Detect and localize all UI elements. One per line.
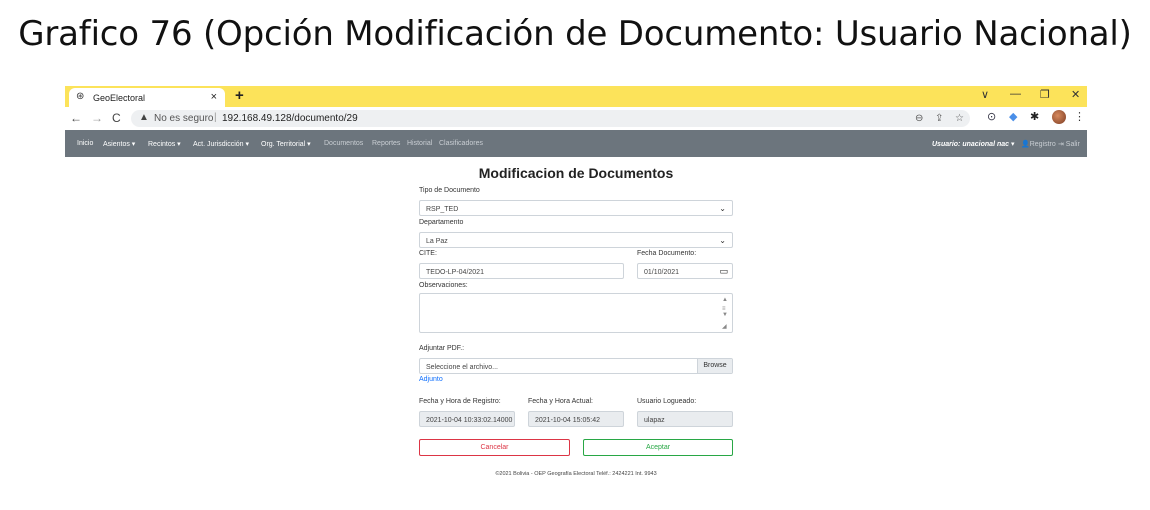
adjunto-link[interactable]: Adjunto xyxy=(419,376,443,383)
nav-item-inicio[interactable]: Inicio xyxy=(77,140,93,147)
insecure-label: No es seguro xyxy=(154,113,214,124)
fecha-actual-value: 2021-10-04 15:05:42 xyxy=(535,417,600,424)
reload-icon[interactable]: C xyxy=(112,111,121,125)
tipo-documento-value: RSP_TED xyxy=(426,206,459,213)
tab-bar: ⊛ GeoElectoral × + ∨ — ❐ ✕ xyxy=(65,86,1087,107)
cite-label: CITE: xyxy=(419,250,437,257)
address-bar[interactable]: ▲ No es seguro | 192.168.49.128/document… xyxy=(131,110,970,127)
fecha-actual-field: 2021-10-04 15:05:42 xyxy=(528,411,624,427)
usuario-value: ulapaz xyxy=(644,417,665,424)
warning-icon[interactable]: ▲ xyxy=(139,112,149,123)
separator: | xyxy=(214,112,217,123)
cite-value: TEDO-LP-04/2021 xyxy=(426,269,484,276)
close-tab-icon[interactable]: × xyxy=(211,91,217,103)
departamento-value: La Paz xyxy=(426,238,448,245)
nav-item-reportes[interactable]: Reportes xyxy=(372,140,400,147)
page-title: Modificacion de Documentos xyxy=(478,165,674,181)
departamento-select[interactable]: La Paz ⌄ xyxy=(419,232,733,248)
share-icon[interactable]: ⇪ xyxy=(935,113,943,124)
browser-window: ⊛ GeoElectoral × + ∨ — ❐ ✕ ← → C ▲ No es… xyxy=(65,86,1087,486)
close-window-icon[interactable]: ✕ xyxy=(1071,88,1080,101)
scroll-up-icon[interactable]: ▲ xyxy=(722,297,728,303)
new-tab-button[interactable]: + xyxy=(235,87,244,104)
nav-item-org-territorial[interactable]: Org. Territorial ▾ xyxy=(261,140,311,148)
profile-avatar[interactable] xyxy=(1052,110,1066,124)
extension-pen-icon[interactable]: ◆ xyxy=(1009,110,1017,123)
nav-item-historial[interactable]: Historial xyxy=(407,140,432,147)
observaciones-textarea[interactable]: ▲ ≡ ▼ ◢ xyxy=(419,293,733,333)
fecha-documento-label: Fecha Documento: xyxy=(637,250,697,257)
footer-text: ©2021 Bolivia - OEP Geografía Electoral … xyxy=(495,471,657,477)
usuario-field: ulapaz xyxy=(637,411,733,427)
nav-item-asientos[interactable]: Asientos ▾ xyxy=(103,140,135,148)
extension-icon[interactable]: ⊙ xyxy=(987,110,996,123)
bookmark-star-icon[interactable]: ☆ xyxy=(955,113,964,124)
scroll-down-icon[interactable]: ▼ xyxy=(722,312,728,318)
fecha-documento-value: 01/10/2021 xyxy=(644,269,680,276)
accept-button[interactable]: Aceptar xyxy=(583,439,733,456)
cite-input[interactable]: TEDO-LP-04/2021 xyxy=(419,263,624,279)
globe-icon: ⊛ xyxy=(76,91,85,102)
file-placeholder: Seleccione el archivo... xyxy=(426,364,498,371)
fecha-registro-value: 2021-10-04 10:33:02.14000 xyxy=(426,417,513,424)
forward-icon[interactable]: → xyxy=(91,111,103,125)
nav-salir[interactable]: ⇥ Salir xyxy=(1058,140,1080,148)
usuario-label: Usuario Logueado: xyxy=(637,398,697,405)
tipo-documento-label: Tipo de Documento xyxy=(419,187,480,194)
nav-item-documentos[interactable]: Documentos xyxy=(324,140,363,147)
fecha-documento-input[interactable]: 01/10/2021 ▭ xyxy=(637,263,733,279)
url-text: 192.168.49.128/documento/29 xyxy=(222,113,358,124)
puzzle-icon[interactable]: ✱ xyxy=(1030,110,1039,123)
address-row: ← → C ▲ No es seguro | 192.168.49.128/do… xyxy=(65,107,1087,130)
fecha-registro-field: 2021-10-04 10:33:02.14000 xyxy=(419,411,515,427)
adjuntar-label: Adjuntar PDF.: xyxy=(419,345,465,352)
fecha-registro-label: Fecha y Hora de Registro: xyxy=(419,398,501,405)
nav-registro[interactable]: 👤Registro xyxy=(1021,140,1056,148)
cancel-button[interactable]: Cancelar xyxy=(419,439,570,456)
back-icon[interactable]: ← xyxy=(70,111,82,125)
minimize-icon[interactable]: — xyxy=(1010,88,1021,100)
chevron-down-icon: ⌄ xyxy=(719,236,726,245)
observaciones-label: Observaciones: xyxy=(419,282,468,289)
nav-item-recintos[interactable]: Recintos ▾ xyxy=(148,140,181,148)
file-input[interactable]: Seleccione el archivo... Browse xyxy=(419,358,733,374)
user-menu[interactable]: Usuario: unacional nac ▾ xyxy=(932,140,1014,148)
tipo-documento-select[interactable]: RSP_TED ⌄ xyxy=(419,200,733,216)
app-navbar: Inicio Asientos ▾ Recintos ▾ Act. Jurisd… xyxy=(65,130,1087,157)
slide-title: Grafico 76 (Opción Modificación de Docum… xyxy=(18,14,1132,54)
resize-handle-icon[interactable]: ◢ xyxy=(722,323,727,330)
departamento-label: Departamento xyxy=(419,219,464,226)
browser-tab[interactable]: ⊛ GeoElectoral × xyxy=(69,88,225,107)
nav-item-act-jurisdiccion[interactable]: Act. Jurisdicción ▾ xyxy=(193,140,249,148)
calendar-icon[interactable]: ▭ xyxy=(719,266,728,277)
browse-button[interactable]: Browse xyxy=(697,359,732,373)
zoom-icon[interactable]: ⊖ xyxy=(915,113,923,124)
textarea-scrollbar[interactable]: ▲ ≡ ▼ ◢ xyxy=(722,296,730,330)
restore-icon[interactable]: ❐ xyxy=(1040,88,1050,101)
tab-title: GeoElectoral xyxy=(93,93,146,103)
chevron-down-icon: ⌄ xyxy=(719,204,726,213)
tab-search-icon[interactable]: ∨ xyxy=(981,88,989,101)
kebab-menu-icon[interactable]: ⋮ xyxy=(1074,110,1085,123)
nav-item-clasificadores[interactable]: Clasificadores xyxy=(439,140,483,147)
fecha-actual-label: Fecha y Hora Actual: xyxy=(528,398,593,405)
